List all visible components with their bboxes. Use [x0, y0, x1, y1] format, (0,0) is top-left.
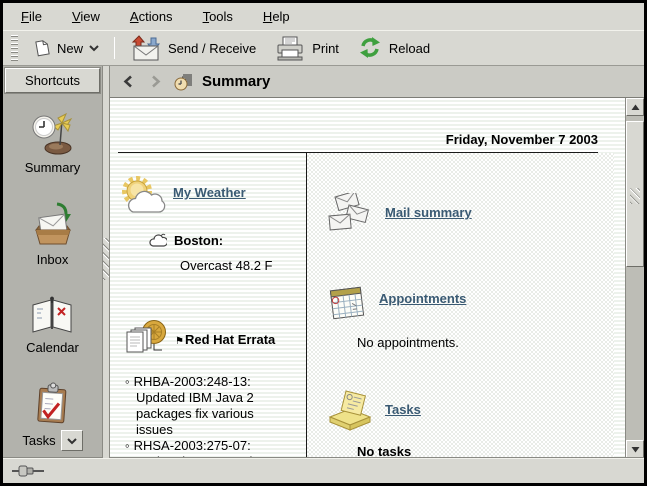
- body-row: Shortcuts: [3, 66, 644, 458]
- new-button[interactable]: New: [24, 33, 108, 63]
- inbox-envelope-icon: [30, 201, 76, 247]
- menu-help[interactable]: Help: [253, 5, 300, 28]
- tasks-link[interactable]: Tasks: [385, 402, 421, 432]
- chevron-left-icon: [123, 75, 133, 88]
- send-receive-icon: [130, 35, 162, 61]
- online-status-plug-icon[interactable]: [11, 464, 45, 478]
- summary-scrollview: Friday, November 7 2003: [110, 98, 625, 458]
- content-row: Friday, November 7 2003: [110, 98, 644, 458]
- print-button[interactable]: Print: [265, 30, 348, 66]
- sidebar-item-tasks[interactable]: Tasks: [22, 381, 82, 451]
- errata-title: ⚑Red Hat Errata: [175, 332, 275, 366]
- envelopes-icon: [327, 193, 373, 235]
- scroll-down-button[interactable]: [626, 440, 644, 458]
- sidebar-item-summary-label: Summary: [25, 160, 81, 175]
- arrow-up-icon: [631, 104, 640, 111]
- reload-icon: [357, 36, 383, 60]
- status-bar: [3, 458, 644, 483]
- errata-section-header: ⚑Red Hat Errata: [119, 318, 306, 366]
- evolution-window: File View Actions Tools Help New: [0, 0, 647, 486]
- send-receive-button-label: Send / Receive: [168, 41, 256, 56]
- shortcut-list: Summary Inbox: [3, 95, 102, 458]
- weather-section-header: My Weather: [119, 175, 306, 221]
- menu-bar: File View Actions Tools Help: [3, 3, 644, 30]
- weather-location-row: Boston:: [149, 233, 306, 248]
- desk-calendar-icon: [327, 283, 367, 323]
- page-title: Summary: [202, 73, 270, 90]
- print-icon: [274, 35, 306, 61]
- right-column: Mail summary: [307, 153, 614, 458]
- chevron-right-icon: [151, 75, 161, 88]
- tasks-section-header: Tasks: [327, 390, 614, 432]
- shortcut-group-dropdown-button[interactable]: [61, 430, 83, 451]
- toolbar-separator: [114, 37, 115, 59]
- sidebar-item-inbox-label: Inbox: [37, 252, 69, 267]
- send-receive-button[interactable]: Send / Receive: [121, 30, 265, 66]
- sidebar-item-tasks-label: Tasks: [22, 433, 55, 448]
- no-appointments-text: No appointments.: [357, 335, 614, 350]
- toolbar-grip-handle[interactable]: [11, 35, 18, 61]
- summary-columns: My Weather Boston: Overcast 48.2 F: [110, 153, 625, 458]
- appointments-link[interactable]: Appointments: [379, 291, 466, 323]
- reload-button-label: Reload: [389, 41, 430, 56]
- scrollbar-thumb[interactable]: [626, 121, 644, 267]
- menu-view[interactable]: View: [62, 5, 110, 28]
- arrow-down-icon: [631, 446, 640, 453]
- sidebar-item-summary[interactable]: Summary: [25, 111, 81, 175]
- clock-pinwheel-icon: [30, 111, 76, 155]
- summary-title-icon: [174, 73, 194, 91]
- mail-summary-link[interactable]: Mail summary: [385, 205, 472, 235]
- left-column: My Weather Boston: Overcast 48.2 F: [110, 153, 306, 458]
- print-button-label: Print: [312, 41, 339, 56]
- shortcuts-sidebar: Shortcuts: [3, 66, 103, 458]
- back-button[interactable]: [118, 72, 138, 92]
- new-note-icon: [33, 38, 51, 58]
- weather-conditions: Overcast 48.2 F: [180, 258, 306, 273]
- sidebar-item-inbox[interactable]: Inbox: [30, 201, 76, 267]
- my-weather-link[interactable]: My Weather: [173, 185, 246, 221]
- vertical-scrollbar[interactable]: [625, 98, 644, 458]
- sidebar-item-calendar[interactable]: Calendar: [26, 293, 79, 355]
- errata-item[interactable]: RHSA-2003:275-07: Updated CUPS packages …: [125, 438, 293, 458]
- no-tasks-text: No tasks: [357, 444, 614, 458]
- sun-cloud-icon: [119, 175, 167, 221]
- documents-coin-icon: [119, 318, 171, 366]
- notes-icon: [327, 390, 373, 432]
- shortcuts-group-button[interactable]: Shortcuts: [5, 68, 100, 93]
- chevron-down-icon: [67, 437, 77, 445]
- weather-location: Boston:: [174, 233, 223, 248]
- reload-button[interactable]: Reload: [348, 31, 439, 65]
- menu-file[interactable]: File: [11, 5, 52, 28]
- date-heading: Friday, November 7 2003: [110, 98, 625, 152]
- main-view: Summary Friday, November 7 2003: [110, 66, 644, 458]
- folder-title-bar: Summary: [110, 66, 644, 98]
- pane-splitter[interactable]: [103, 66, 110, 458]
- menu-tools[interactable]: Tools: [193, 5, 243, 28]
- clipboard-check-icon: [31, 381, 73, 425]
- errata-list: RHBA-2003:248-13: Updated IBM Java 2 pac…: [125, 374, 293, 458]
- chevron-down-icon: [89, 44, 99, 52]
- menu-actions[interactable]: Actions: [120, 5, 183, 28]
- cloud-icon: [149, 233, 167, 248]
- flag-icon: ⚑: [175, 336, 184, 347]
- scroll-up-button[interactable]: [626, 98, 644, 116]
- errata-item[interactable]: RHBA-2003:248-13: Updated IBM Java 2 pac…: [125, 374, 293, 438]
- forward-button[interactable]: [146, 72, 166, 92]
- appointments-section-header: Appointments: [327, 283, 614, 323]
- mail-section-header: Mail summary: [327, 193, 614, 235]
- sidebar-item-calendar-label: Calendar: [26, 340, 79, 355]
- toolbar: New Send / Receive Print: [3, 30, 644, 66]
- new-button-label: New: [57, 41, 83, 56]
- scrollbar-track[interactable]: [626, 116, 644, 440]
- open-book-icon: [29, 293, 75, 335]
